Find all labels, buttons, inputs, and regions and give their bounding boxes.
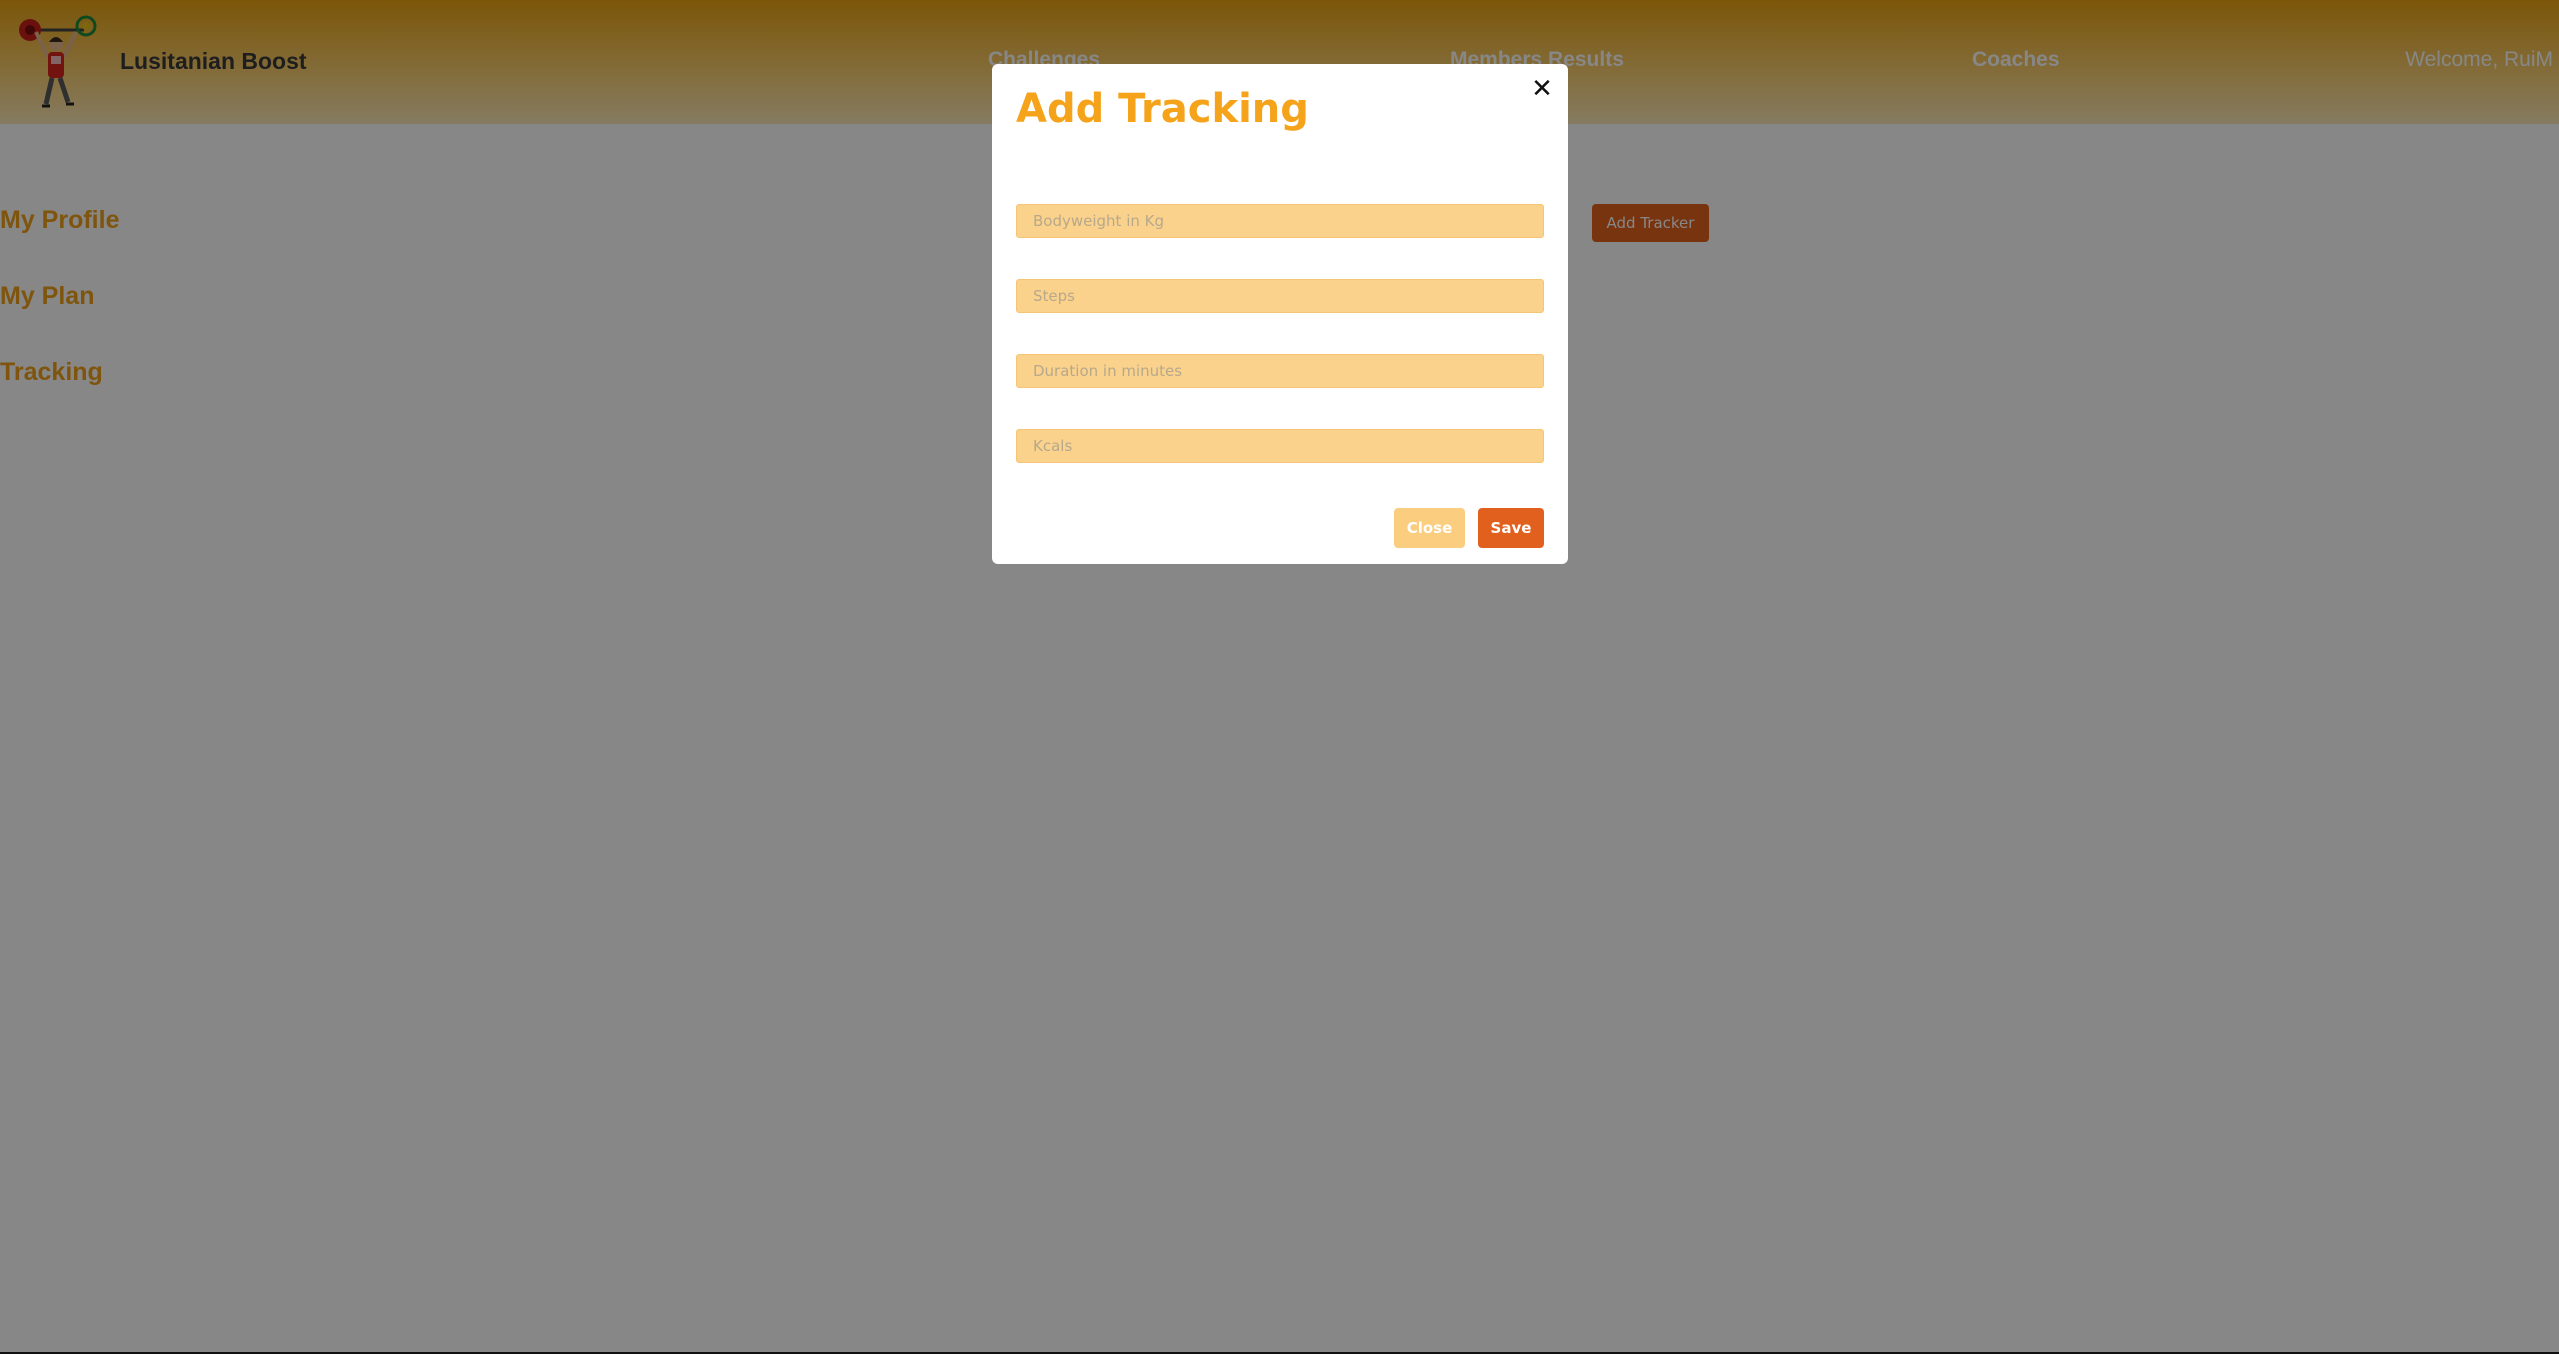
close-button[interactable]: Close [1394,508,1465,548]
page: Lusitanian Boost Challenges Members Resu… [0,0,2559,1354]
close-icon[interactable]: ✕ [1527,74,1557,104]
bodyweight-input[interactable] [1016,204,1544,238]
add-tracking-modal: Add Tracking ✕ Close Save [992,64,1568,564]
modal-title: Add Tracking [1016,86,1309,132]
steps-input[interactable] [1016,279,1544,313]
kcals-input[interactable] [1016,429,1544,463]
save-button[interactable]: Save [1478,508,1544,548]
duration-input[interactable] [1016,354,1544,388]
